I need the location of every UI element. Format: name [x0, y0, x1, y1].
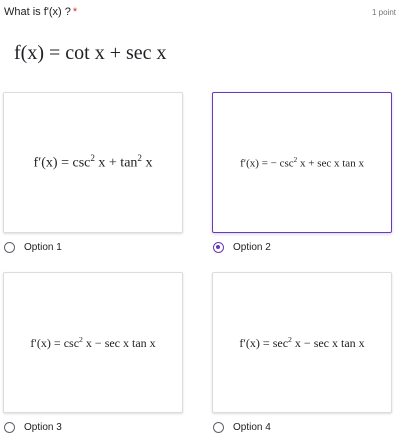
option-4-formula: f′(x) = sec2 x − sec x tan x	[239, 335, 364, 351]
question-formula: f(x) = cot x + sec x	[14, 42, 167, 64]
question-title: What is f'(x) ? *	[4, 6, 77, 18]
option-2-formula-part: x + sec x tan x	[297, 157, 364, 170]
option-1-label: Option 1	[24, 242, 62, 253]
required-star: *	[72, 6, 78, 18]
option-2-label: Option 2	[233, 242, 271, 253]
option-4-label: Option 4	[233, 422, 271, 433]
option-1-card[interactable]: f′(x) = csc2 x + tan2 x	[3, 92, 183, 233]
option-1-radio[interactable]	[4, 242, 15, 253]
option-3-formula-part: x − sec x tan x	[82, 335, 156, 350]
option-1-formula-part: x + tan	[94, 155, 138, 171]
option-3-formula-part: f′(x) = csc	[30, 335, 80, 350]
option-1-formula-part: f′(x) = csc	[33, 155, 91, 171]
option-4-formula-part: x − sec x tan x	[291, 335, 365, 350]
option-3-formula: f′(x) = csc2 x − sec x tan x	[30, 335, 155, 351]
option-3-label: Option 3	[24, 422, 62, 433]
option-4-row[interactable]: Option 4	[213, 422, 271, 433]
option-4-card[interactable]: f′(x) = sec2 x − sec x tan x	[212, 272, 392, 413]
option-3-row[interactable]: Option 3	[4, 422, 62, 433]
option-3-radio[interactable]	[4, 422, 15, 433]
question-text: What is f'(x) ?	[4, 6, 71, 18]
option-4-radio[interactable]	[213, 422, 224, 433]
option-1-formula: f′(x) = csc2 x + tan2 x	[34, 153, 153, 172]
option-2-row[interactable]: Option 2	[213, 242, 271, 253]
points-label: 1 point	[371, 8, 396, 17]
option-2-card[interactable]: f′(x) = − csc2 x + sec x tan x	[212, 92, 392, 233]
option-4-formula-part: f′(x) = sec	[239, 335, 289, 350]
option-1-row[interactable]: Option 1	[4, 242, 62, 253]
option-2-formula-part: f′(x) = − csc	[240, 157, 294, 170]
option-2-formula: f′(x) = − csc2 x + sec x tan x	[240, 156, 364, 170]
option-2-radio[interactable]	[213, 242, 224, 253]
option-3-card[interactable]: f′(x) = csc2 x − sec x tan x	[3, 272, 183, 413]
option-1-formula-part: x	[141, 155, 153, 171]
